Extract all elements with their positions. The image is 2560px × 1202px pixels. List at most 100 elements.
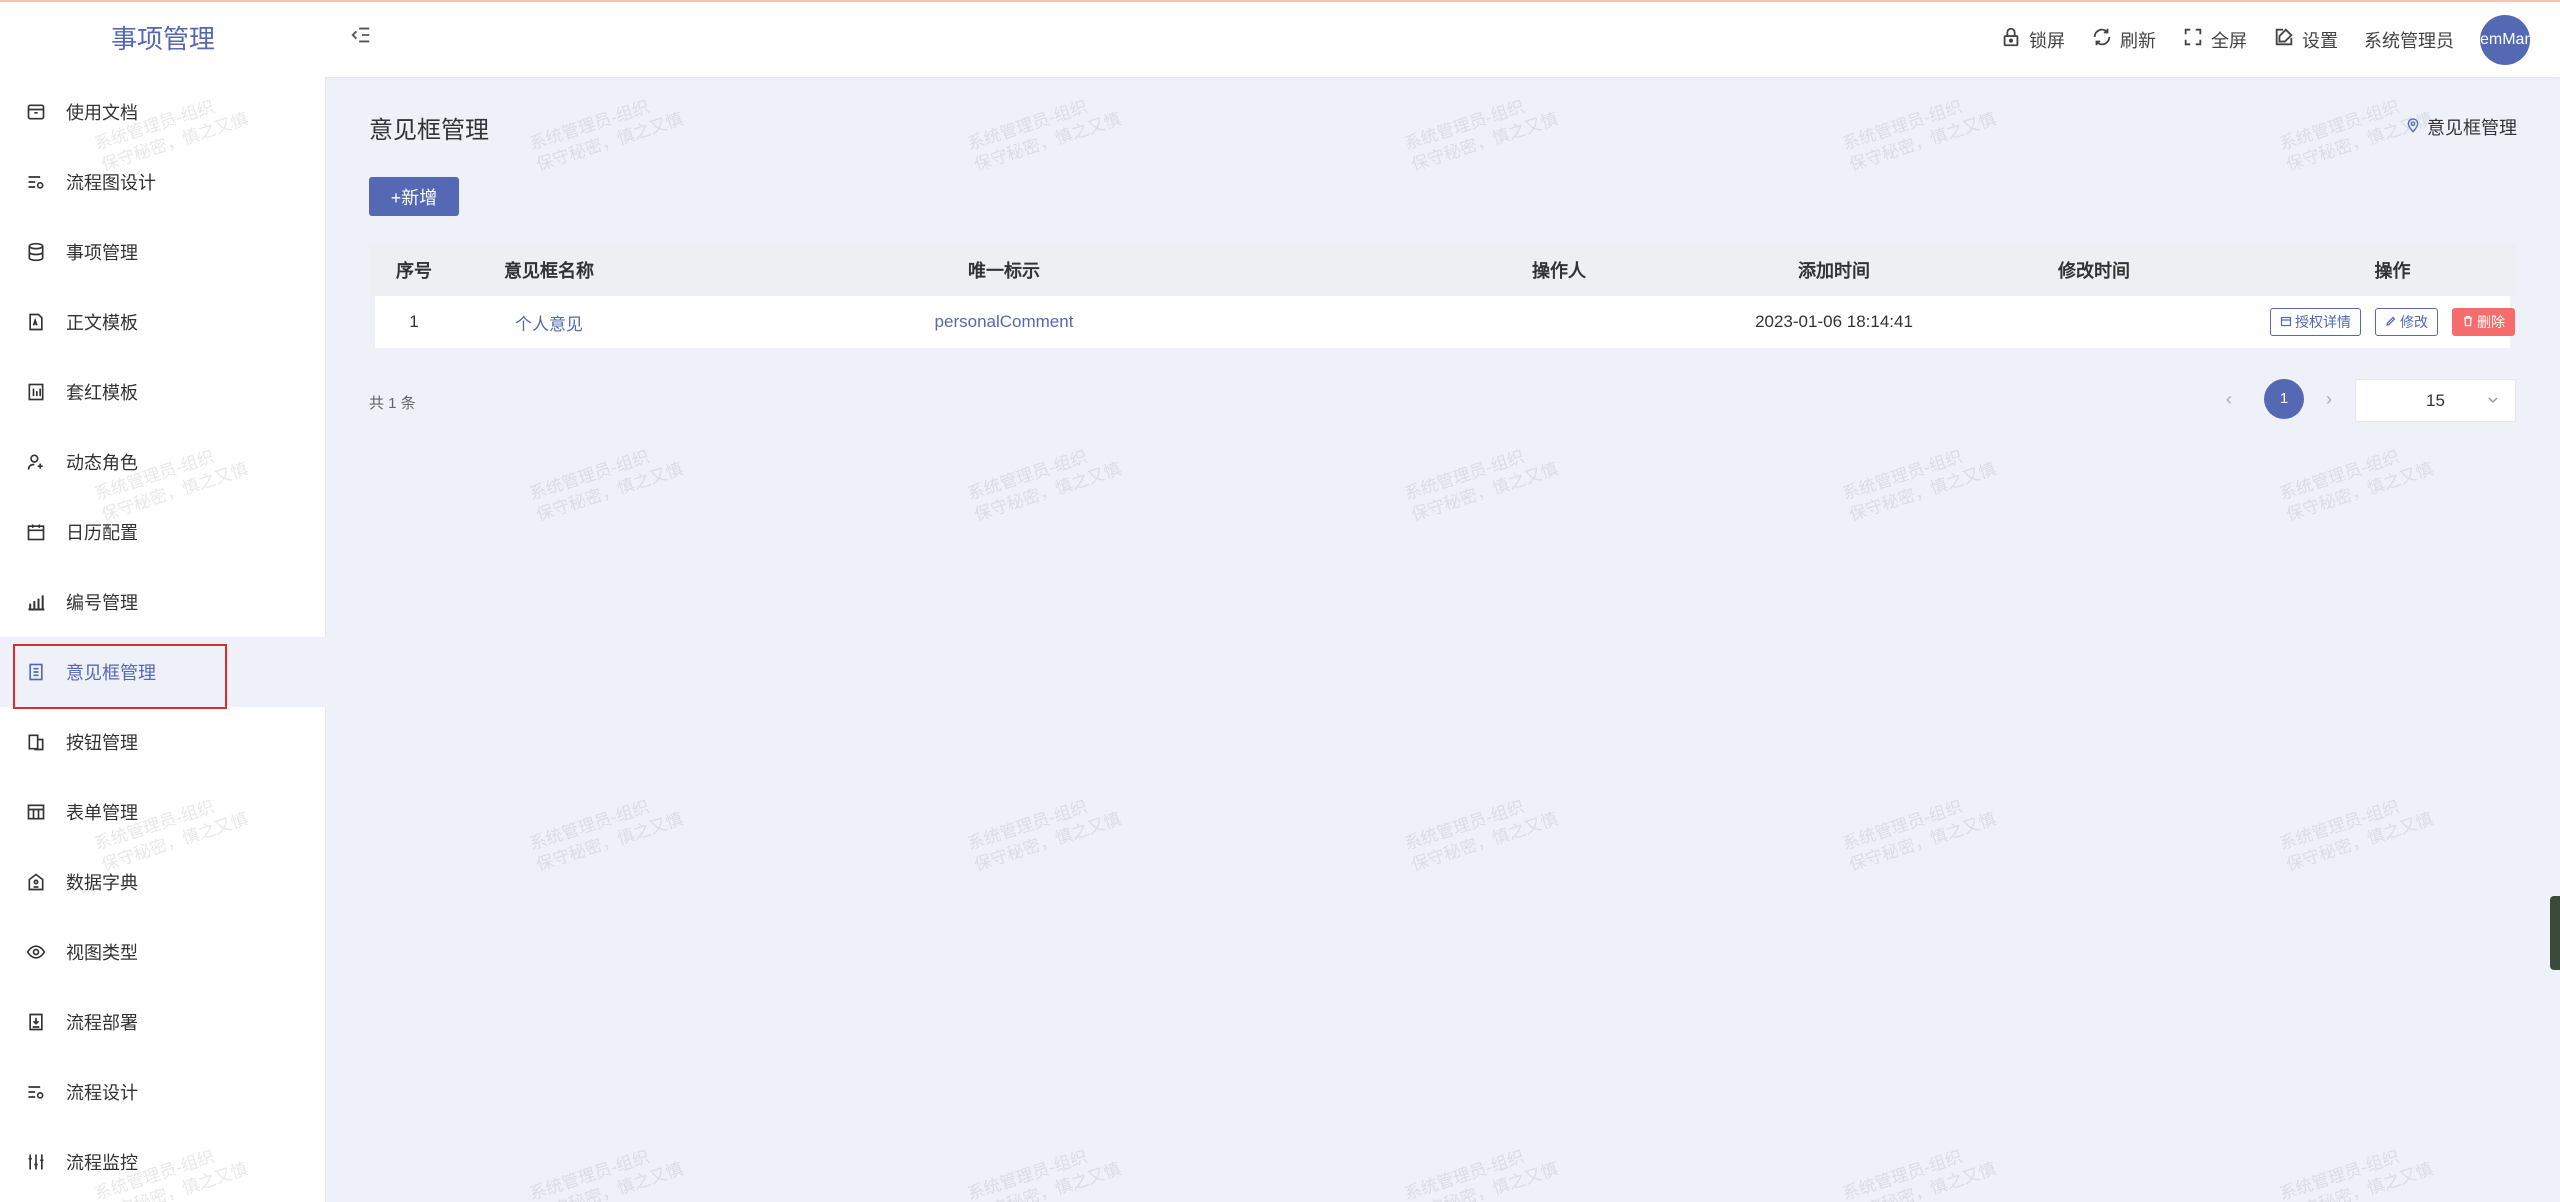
pagination: ‹ 1 ›: [2226, 379, 2342, 419]
sidebar-item-form-management[interactable]: 表单管理: [0, 777, 326, 847]
app-title: 事项管理: [110, 24, 215, 54]
sidebar-item-label: 编号管理: [66, 593, 138, 613]
database-icon: [26, 242, 46, 262]
house-icon: [26, 872, 46, 892]
watermark-text: 系统管理员-组织 保守秘密，慎之又慎: [2277, 797, 2436, 875]
sidebar-item-matter-management[interactable]: 事项管理: [0, 217, 326, 287]
table-row: 1 个人意见 personalComment 2023-01-06 18:14:…: [375, 296, 2515, 348]
column-header-name: 意见框名称: [504, 260, 594, 281]
watermark-text: 系统管理员-组织 保守秘密，慎之又慎: [1402, 97, 1561, 175]
prev-page-icon[interactable]: ‹: [2226, 390, 2242, 408]
sidebar-item-number-management[interactable]: 编号管理: [0, 567, 326, 637]
watermark-text: 系统管理员-组织 保守秘密，慎之又慎: [965, 97, 1124, 175]
next-page-icon[interactable]: ›: [2326, 390, 2342, 408]
top-actions: 锁屏 刷新 全屏 设置 系统管理员 emMan: [2000, 2, 2530, 77]
bar-chart-icon: [26, 592, 46, 612]
auth-details-button[interactable]: 授权详情: [2270, 308, 2361, 336]
row-name-link[interactable]: 个人意见: [469, 310, 629, 335]
watermark-text: 系统管理员-组织 保守秘密，慎之又慎: [1402, 447, 1561, 525]
sidebar-item-label: 按钮管理: [66, 733, 138, 753]
edit-button[interactable]: 修改: [2375, 308, 2438, 336]
settings-label: 设置: [2302, 30, 2338, 51]
table-icon: [26, 802, 46, 822]
watermark-text: 系统管理员-组织 保守秘密，慎之又慎: [527, 447, 686, 525]
sidebar-item-label: 表单管理: [66, 803, 138, 823]
copy-icon: [26, 732, 46, 752]
sidebar-item-calendar-config[interactable]: 日历配置: [0, 497, 326, 567]
page-size-value: 15: [2426, 390, 2445, 410]
sidebar-item-process-monitor[interactable]: 流程监控: [0, 1127, 326, 1197]
page-size-select[interactable]: 15: [2355, 379, 2516, 422]
fullscreen-button[interactable]: 全屏: [2182, 26, 2247, 53]
calendar-icon: [2280, 314, 2292, 330]
column-header-actions: 操作: [2374, 260, 2411, 281]
breadcrumb: 意见框管理: [2405, 114, 2517, 140]
pencil-icon: [2385, 314, 2397, 330]
side-drawer-handle[interactable]: [2550, 896, 2560, 970]
eye-icon: [26, 942, 46, 962]
sidebar-item-label: 事项管理: [66, 243, 138, 263]
refresh-label: 刷新: [2120, 30, 2156, 51]
fullscreen-icon: [2182, 26, 2204, 53]
edit-settings-icon: [2273, 26, 2295, 53]
lock-screen-button[interactable]: 锁屏: [2000, 26, 2065, 53]
refresh-icon: [2091, 26, 2113, 53]
sidebar-item-label: 视图类型: [66, 943, 138, 963]
sidebar-item-label: 套红模板: [66, 383, 138, 403]
row-key: personalComment: [934, 312, 1074, 331]
sidebar-item-label: 使用文档: [66, 103, 138, 123]
watermark-text: 系统管理员-组织 保守秘密，慎之又慎: [527, 797, 686, 875]
table-header: 序号 意见框名称 唯一标示 操作人 添加时间 修改时间 操作: [369, 243, 2516, 296]
current-page-button[interactable]: 1: [2264, 379, 2304, 419]
deploy-icon: [26, 1012, 46, 1032]
template-icon: [26, 382, 46, 402]
list-settings-icon: [26, 172, 46, 192]
avatar[interactable]: emMan: [2480, 14, 2530, 65]
add-button[interactable]: +新增: [369, 177, 459, 216]
sidebar-item-label: 数据字典: [66, 873, 138, 893]
sidebar-item-process-design[interactable]: 流程设计: [0, 1057, 326, 1127]
sidebar: 使用文档 流程图设计 事项管理 正文模板 套红模板 动态角色 日历配置 编号管理…: [0, 77, 326, 1202]
archive-icon: [26, 102, 46, 122]
sidebar-item-label: 动态角色: [66, 453, 138, 473]
sidebar-item-process-deploy[interactable]: 流程部署: [0, 987, 326, 1057]
lock-label: 锁屏: [2029, 30, 2065, 51]
sidebar-item-label: 流程设计: [66, 1083, 138, 1103]
watermark-text: 系统管理员-组织 保守秘密，慎之又慎: [1840, 447, 1999, 525]
refresh-button[interactable]: 刷新: [2091, 26, 2156, 53]
row-created: 2023-01-06 18:14:41: [1755, 312, 1913, 331]
collapse-sidebar-icon[interactable]: [350, 24, 376, 50]
column-header-created: 添加时间: [1798, 260, 1870, 281]
watermark-text: 系统管理员-组织 保守秘密，慎之又慎: [965, 797, 1124, 875]
user-name[interactable]: 系统管理员: [2364, 27, 2454, 53]
sidebar-item-red-template[interactable]: 套红模板: [0, 357, 326, 427]
sidebar-item-usage-docs[interactable]: 使用文档: [0, 77, 326, 147]
breadcrumb-current[interactable]: 意见框管理: [2427, 114, 2517, 140]
sidebar-item-label: 正文模板: [66, 313, 138, 333]
delete-label: 删除: [2477, 314, 2505, 330]
watermark-text: 系统管理员-组织 保守秘密，慎之又慎: [2277, 447, 2436, 525]
sidebar-item-button-management[interactable]: 按钮管理: [0, 707, 326, 777]
watermark-text: 系统管理员-组织 保守秘密，慎之又慎: [1402, 1147, 1561, 1202]
page-title: 意见框管理: [369, 117, 489, 144]
row-actions: 授权详情 修改 删除: [2269, 308, 2516, 336]
sidebar-item-flowchart-design[interactable]: 流程图设计: [0, 147, 326, 217]
lock-icon: [2000, 26, 2022, 53]
sidebar-item-opinion-box-management[interactable]: 意见框管理: [0, 637, 326, 707]
top-bar: 事项管理 锁屏 刷新 全屏 设置 系统管理员 emMan: [0, 0, 2560, 77]
sidebar-item-view-type[interactable]: 视图类型: [0, 917, 326, 987]
document-icon: [26, 312, 46, 332]
watermark-text: 系统管理员-组织 保守秘密，慎之又慎: [2277, 1147, 2436, 1202]
settings-button[interactable]: 设置: [2273, 26, 2338, 53]
user-add-icon: [26, 452, 46, 472]
watermark-text: 系统管理员-组织 保守秘密，慎之又慎: [965, 1147, 1124, 1202]
delete-button[interactable]: 删除: [2452, 308, 2515, 336]
column-header-operator: 操作人: [1532, 260, 1586, 281]
sidebar-item-dynamic-role[interactable]: 动态角色: [0, 427, 326, 497]
sidebar-item-data-dictionary[interactable]: 数据字典: [0, 847, 326, 917]
watermark-text: 系统管理员-组织 保守秘密，慎之又慎: [1840, 1147, 1999, 1202]
sliders-icon: [26, 1152, 46, 1172]
sidebar-item-body-template[interactable]: 正文模板: [0, 287, 326, 357]
sidebar-item-label: 流程图设计: [66, 173, 156, 193]
edit-label: 修改: [2400, 314, 2428, 330]
